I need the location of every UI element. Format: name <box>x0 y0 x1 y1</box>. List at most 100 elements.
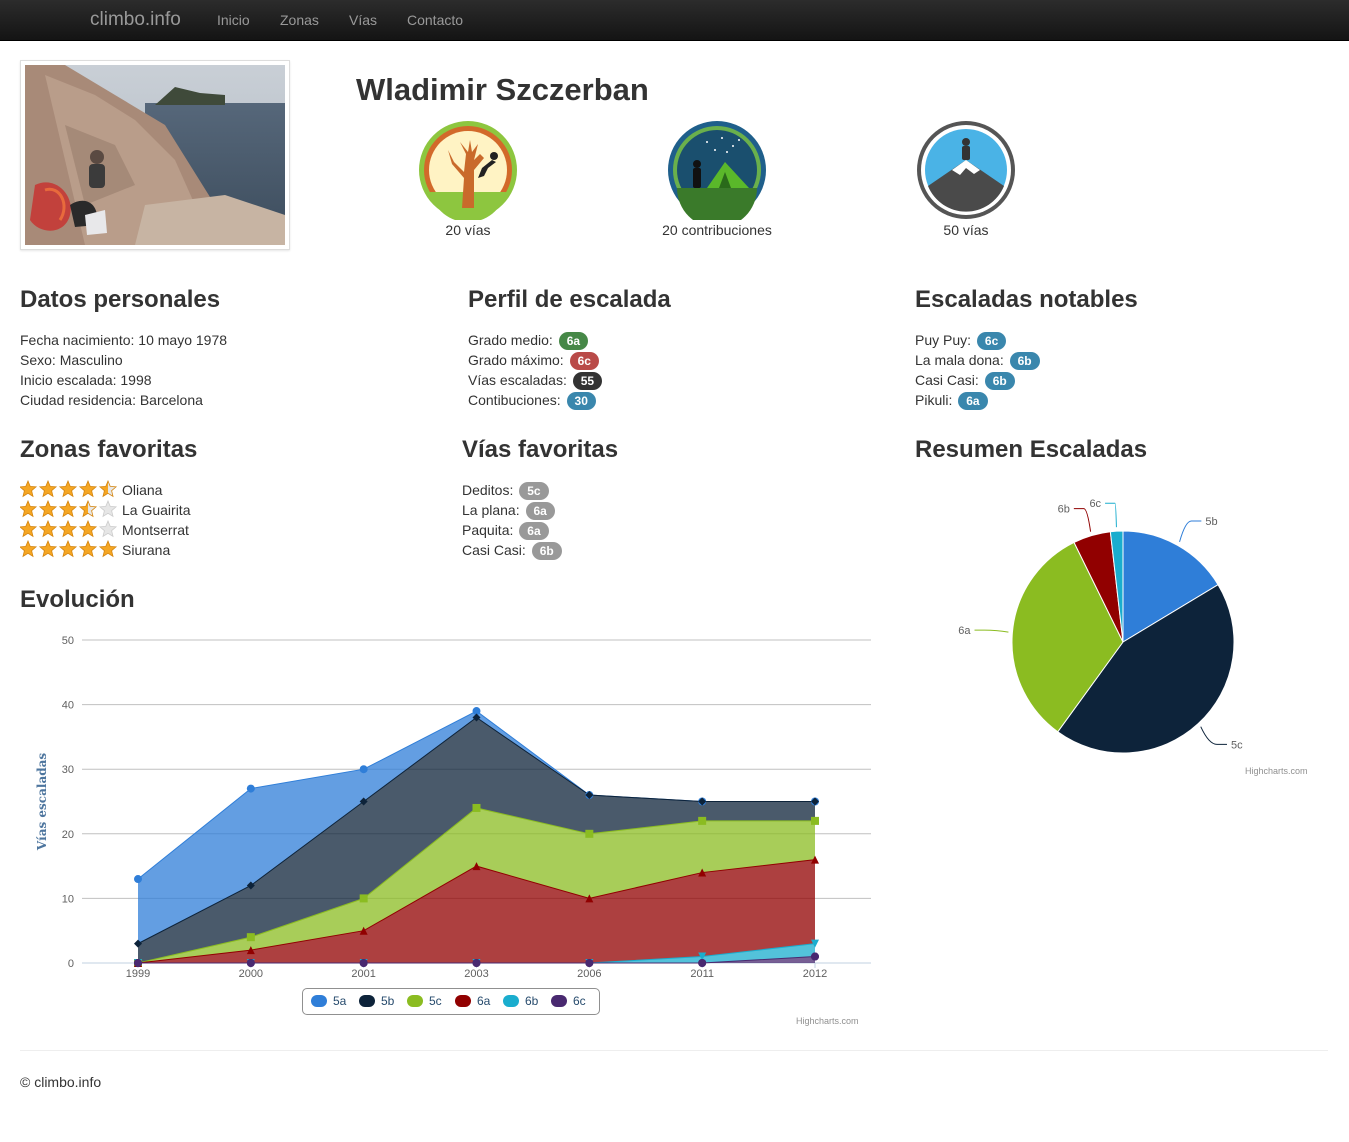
legend-item-6c[interactable]: 6c <box>551 994 586 1008</box>
legend-label: 5c <box>429 994 442 1008</box>
point-5a <box>246 784 255 793</box>
zona-name[interactable]: Oliana <box>122 482 162 498</box>
nav-link-vias[interactable]: Vías <box>349 12 377 28</box>
grade-badge: 6a <box>558 332 589 351</box>
point-6c <box>246 959 255 967</box>
star-icon <box>18 539 38 558</box>
resumen-pie-chart: 5b 5c 6a 6b 6c <box>958 498 1243 754</box>
route-name[interactable]: Paquita: <box>462 522 513 538</box>
legend-item-5a[interactable]: 5a <box>311 994 346 1008</box>
via-item: Deditos: 5c <box>462 480 562 501</box>
profile-name: Wladimir Szczerban <box>356 72 649 107</box>
notable-item: Pikuli: 6a <box>915 390 1040 411</box>
legend-swatch <box>407 995 423 1007</box>
star-icon <box>98 539 118 558</box>
star-icon <box>58 479 78 498</box>
legend-swatch <box>359 995 375 1007</box>
via-item: Paquita: 6a <box>462 520 562 541</box>
brand-link[interactable]: climbo.info <box>90 9 181 31</box>
star-icon <box>38 539 58 558</box>
pie-connector <box>1105 502 1117 528</box>
legend-label: 6a <box>477 994 491 1008</box>
legend-label: 6c <box>573 994 586 1008</box>
y-tick-label: 50 <box>62 635 74 647</box>
grade-badge: 6b <box>984 372 1015 391</box>
section-title-notables: Escaladas notables <box>915 286 1138 313</box>
badge-50-vias: 50 vías <box>886 120 1046 238</box>
pie-connector <box>1200 726 1227 745</box>
perfil-item-label: Grado máximo: <box>468 352 564 368</box>
zona-item: Montserrat <box>18 519 190 540</box>
datos-item-sex: Sexo: Masculino <box>20 352 123 368</box>
grade-badge: 6a <box>525 502 555 521</box>
perfil-item: Grado medio: 6a <box>468 330 602 351</box>
x-tick-label: 2012 <box>803 968 827 980</box>
highcharts-credit-link[interactable]: Highcharts.com <box>796 1016 859 1026</box>
nav-link-inicio[interactable]: Inicio <box>217 12 250 28</box>
x-tick-label: 2011 <box>690 968 714 980</box>
section-title-resumen: Resumen Escaladas <box>915 436 1148 463</box>
route-name[interactable]: Deditos: <box>462 482 513 498</box>
pie-label: 6c <box>1089 498 1101 510</box>
top-navbar: climbo.info Inicio Zonas Vías Contacto <box>0 0 1349 41</box>
star-icon <box>78 499 98 518</box>
x-tick-label: 2001 <box>351 968 375 980</box>
legend-label: 6b <box>525 994 539 1008</box>
route-name[interactable]: La mala dona: <box>915 352 1004 368</box>
pie-connector <box>1179 520 1202 543</box>
point-6c <box>698 959 707 967</box>
mountain-summit-badge-icon <box>917 121 1015 219</box>
star-icon <box>78 519 98 538</box>
point-5c <box>359 894 368 903</box>
datos-item-start: Inicio escalada: 1998 <box>20 372 152 388</box>
point-6c <box>811 952 819 961</box>
star-rating <box>18 539 120 563</box>
datos-list: Fecha nacimiento: 10 mayo 1978 Sexo: Mas… <box>20 330 227 410</box>
zona-name[interactable]: La Guairita <box>122 502 190 518</box>
notable-item: Casi Casi: 6b <box>915 370 1040 391</box>
grade-badge: 6c <box>569 352 599 371</box>
route-name[interactable]: Pikuli: <box>915 392 952 408</box>
y-axis-label: Vías escaladas <box>35 753 49 852</box>
perfil-item: Vías escaladas: 55 <box>468 370 603 391</box>
star-icon <box>38 499 58 518</box>
route-name[interactable]: Casi Casi: <box>462 542 526 558</box>
legend-swatch <box>455 995 471 1007</box>
route-name[interactable]: Puy Puy: <box>915 332 971 348</box>
zona-name[interactable]: Siurana <box>122 542 170 558</box>
datos-item-birthdate: Fecha nacimiento: 10 mayo 1978 <box>20 332 228 348</box>
x-tick-label: 1999 <box>126 968 150 980</box>
legend-item-5c[interactable]: 5c <box>407 994 442 1008</box>
route-name[interactable]: Casi Casi: <box>915 372 979 388</box>
pie-label: 5b <box>1205 516 1217 528</box>
footer-divider <box>20 1050 1328 1051</box>
pie-label: 6a <box>958 625 971 637</box>
legend-item-6a[interactable]: 6a <box>455 994 490 1008</box>
section-title-vias: Vías favoritas <box>462 436 619 463</box>
highcharts-credit-link[interactable]: Highcharts.com <box>1245 766 1308 776</box>
legend-swatch <box>551 995 567 1007</box>
star-icon <box>98 479 118 498</box>
notables-list: Puy Puy: 6c La mala dona: 6b Casi Casi: … <box>915 330 1040 411</box>
star-rating-graphic <box>18 519 118 538</box>
star-icon <box>18 479 38 498</box>
point-5c <box>811 816 819 825</box>
badge-caption: 50 vías <box>943 222 989 238</box>
point-6c <box>472 959 481 967</box>
star-icon <box>98 499 118 518</box>
grade-badge: 5c <box>519 482 549 501</box>
legend-item-6b[interactable]: 6b <box>503 994 538 1008</box>
nav-link-contacto[interactable]: Contacto <box>407 12 463 28</box>
grade-badge: 6b <box>1009 352 1040 371</box>
point-5c <box>246 933 255 942</box>
legend-swatch <box>503 995 519 1007</box>
legend-label: 5b <box>381 994 395 1008</box>
legend-item-5b[interactable]: 5b <box>359 994 394 1008</box>
zona-item: La Guairita <box>18 499 190 520</box>
legend-swatch <box>311 995 327 1007</box>
point-5c <box>585 829 594 838</box>
zona-name[interactable]: Montserrat <box>122 522 189 538</box>
nav-link-zonas[interactable]: Zonas <box>280 12 319 28</box>
point-5c <box>472 803 481 812</box>
route-name[interactable]: La plana: <box>462 502 520 518</box>
